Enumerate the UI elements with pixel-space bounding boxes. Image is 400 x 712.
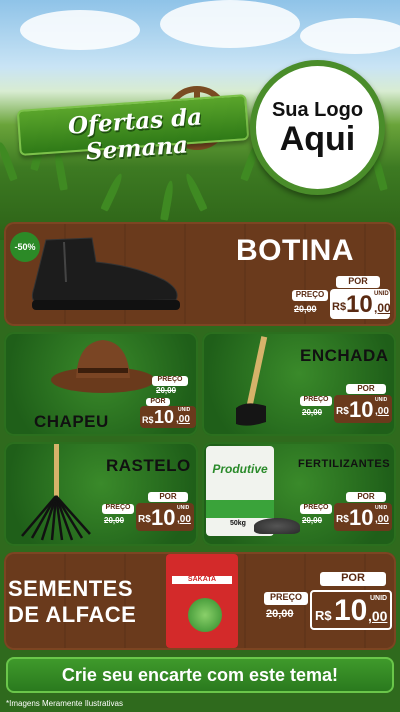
price-cents: ,00	[375, 406, 389, 417]
por-label: POR	[336, 276, 380, 288]
unit-label: UNID	[375, 397, 388, 403]
old-price: 20,00	[266, 608, 294, 620]
unit-label: UNID	[375, 505, 388, 511]
offers-banner: Ofertas da Semana	[16, 92, 250, 165]
cloud	[300, 18, 400, 54]
por-label: POR	[320, 572, 386, 586]
unit-label: UNID	[178, 407, 191, 413]
cta-bar[interactable]: Crie seu encarte com este tema!	[6, 657, 394, 693]
por-label: POR	[346, 492, 386, 502]
price-box: R$ 10 ,00 UNID	[334, 503, 392, 531]
currency: R$	[315, 608, 332, 623]
preco-label: PREÇO	[102, 504, 134, 514]
product-title-line2: DE ALFACE	[8, 602, 137, 627]
old-price: 20,00	[294, 304, 317, 314]
price-tag: POR PREÇO 20,00 R$ 10 ,00 UNID	[300, 384, 394, 424]
price-tag: PREÇO 20,00 POR R$ 10 ,00 UNID	[140, 376, 198, 428]
price-int: 10	[349, 505, 374, 530]
price-box: R$ 10 ,00 UNID	[140, 406, 196, 428]
price-int: 10	[151, 505, 176, 530]
price-box: R$ 10 ,00 UNID	[330, 289, 391, 319]
header-scene: Ofertas da Semana Sua Logo Aqui	[0, 0, 400, 240]
price-int: 10	[154, 407, 175, 427]
price-box: R$ 10 ,00 UNID	[136, 503, 194, 531]
old-price: 20,00	[302, 516, 323, 525]
product-title: FERTILIZANTES	[298, 458, 391, 470]
cloud	[160, 0, 300, 48]
preco-label: PREÇO	[300, 504, 332, 514]
price-tag: POR PREÇO 20,00 R$ 10 ,00 UNID	[102, 492, 196, 532]
currency: R$	[336, 406, 349, 417]
logo-badge: Sua Logo Aqui	[250, 60, 385, 195]
fertilizer-pile	[254, 518, 300, 534]
preco-label: PREÇO	[300, 396, 332, 406]
logo-line1: Sua Logo	[271, 99, 364, 121]
discount-badge: -50%	[10, 232, 40, 262]
price-tag: POR PREÇO 20,00 R$ 10 ,00 UNID	[292, 276, 392, 320]
rake-icon	[21, 444, 91, 541]
seed-packet-icon: SAKATA	[166, 554, 238, 648]
product-title: ENCHADA	[300, 346, 389, 365]
por-label: POR	[346, 384, 386, 394]
cloud	[20, 10, 140, 50]
currency: R$	[142, 415, 154, 425]
price-tag: POR PREÇO 20,00 R$ 10 ,00 UNID	[300, 492, 394, 532]
bag-weight: 50kg	[230, 520, 246, 527]
unit-label: UNID	[374, 291, 389, 297]
por-label: POR	[148, 492, 188, 502]
price-cents: ,00	[375, 514, 389, 525]
price-int: 10	[334, 594, 368, 627]
old-price: 20,00	[104, 516, 125, 525]
bag-brand: Produtive	[212, 462, 268, 476]
price-cents: ,00	[368, 608, 388, 624]
currency: R$	[138, 514, 151, 525]
old-price: 20,00	[302, 408, 323, 417]
boot-icon	[31, 237, 180, 310]
unit-label: UNID	[177, 505, 190, 511]
preco-label: PREÇO	[264, 592, 308, 605]
price-box: R$ 10 ,00 UNID	[334, 395, 392, 423]
product-title: BOTINA	[236, 234, 354, 267]
disclaimer-note: *Imagens Meramente Ilustrativas	[6, 699, 123, 708]
product-title: CHAPEU	[34, 412, 109, 431]
hoe-icon	[236, 336, 268, 426]
product-title-line1: SEMENTES	[8, 576, 134, 601]
packet-brand: SAKATA	[172, 576, 232, 584]
currency: R$	[336, 514, 349, 525]
price-box: R$ 10 ,00 UNID	[310, 590, 392, 630]
product-title: RASTELO	[106, 456, 191, 475]
price-cents: ,00	[176, 414, 190, 425]
price-cents: ,00	[177, 514, 191, 525]
price-int: 10	[346, 291, 373, 318]
old-price: 20,00	[156, 386, 177, 395]
currency: R$	[332, 301, 347, 313]
preco-label: PREÇO	[292, 290, 328, 301]
preco-label: PREÇO	[152, 376, 188, 386]
price-tag: POR PREÇO 20,00 R$ 10 ,00 UNID	[262, 572, 394, 632]
price-int: 10	[349, 397, 374, 422]
por-label: POR	[146, 398, 170, 406]
unit-label: UNID	[370, 595, 388, 602]
price-cents: ,00	[374, 301, 391, 315]
logo-line2: Aqui	[279, 120, 356, 158]
